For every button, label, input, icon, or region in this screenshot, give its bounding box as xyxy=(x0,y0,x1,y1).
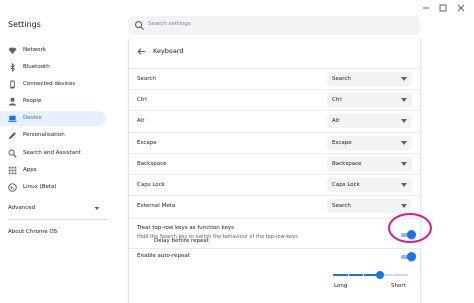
search-input[interactable]: Search settings xyxy=(128,16,420,35)
dropdown-arrow-icon xyxy=(401,183,407,187)
toggle-knob xyxy=(407,252,416,261)
key-mapping-select[interactable]: Alt xyxy=(327,114,412,128)
laptop-icon xyxy=(8,115,17,122)
sidebar-item-bluetooth[interactable]: Bluetooth xyxy=(0,60,106,75)
slider-min-label: Long xyxy=(334,283,348,289)
sidebar-item-people[interactable]: People xyxy=(0,94,106,109)
select-value: Search xyxy=(332,203,351,209)
key-mapping-select[interactable]: Caps Lock xyxy=(327,178,412,192)
sidebar-item-label: Personalisation xyxy=(23,132,65,138)
sidebar-item-label: Apps xyxy=(23,167,37,173)
sidebar-item-label: Bluetooth xyxy=(23,64,50,70)
key-mapping-label: Search xyxy=(137,76,156,82)
dropdown-arrow-icon xyxy=(401,141,407,145)
function-keys-title: Treat top-row keys as function keys xyxy=(137,225,235,231)
key-mapping-label: External Meta xyxy=(137,203,176,209)
sidebar-item-search-and-assistant[interactable]: Search and Assistant xyxy=(0,146,106,161)
select-value: Ctrl xyxy=(332,97,342,103)
sidebar-item-label: Connected devices xyxy=(23,81,76,87)
app-title: Settings xyxy=(8,20,41,29)
select-value: Backspace xyxy=(332,161,362,167)
page-title: Keyboard xyxy=(153,47,184,55)
pen-icon xyxy=(8,132,16,140)
sidebar-divider xyxy=(8,219,108,220)
key-mapping-row: Search Search xyxy=(129,68,420,89)
wifi-icon xyxy=(8,47,17,55)
sidebar-item-label: People xyxy=(23,98,42,104)
maximize-icon[interactable] xyxy=(437,2,449,14)
sidebar-item-label: Device xyxy=(23,115,42,121)
dropdown-arrow-icon xyxy=(401,77,407,81)
slider-tick xyxy=(363,274,364,276)
apps-grid-icon xyxy=(8,166,17,175)
dropdown-arrow-icon xyxy=(401,162,407,166)
sidebar-item-apps[interactable]: Apps xyxy=(0,163,106,178)
phone-icon xyxy=(10,80,15,89)
key-mapping-select[interactable]: Ctrl xyxy=(327,93,412,107)
auto-repeat-label: Enable auto-repeat xyxy=(137,253,190,259)
sidebar-item-label: Linux (Beta) xyxy=(23,184,57,190)
key-mapping-row: External Meta Search xyxy=(129,195,420,216)
sidebar: Network Bluetooth Connected devices Peop… xyxy=(0,40,118,303)
dropdown-arrow-icon xyxy=(401,119,407,123)
key-mapping-label: Ctrl xyxy=(137,97,147,103)
bluetooth-icon xyxy=(10,63,15,72)
search-icon xyxy=(135,21,145,31)
sidebar-item-label: Network xyxy=(23,47,46,53)
select-value: Alt xyxy=(332,118,340,124)
sidebar-item-network[interactable]: Network xyxy=(0,43,106,58)
sidebar-item-about[interactable]: About Chrome OS xyxy=(8,229,57,235)
sidebar-item-linux-beta[interactable]: Linux (Beta) xyxy=(0,180,106,195)
delay-label: Delay before repeat xyxy=(154,238,209,244)
keyboard-settings-panel: Keyboard Search Search Ctrl Ctrl Alt Alt… xyxy=(128,39,421,303)
slider-tick xyxy=(393,274,394,276)
key-mapping-row: Ctrl Ctrl xyxy=(129,89,420,110)
key-mapping-select[interactable]: Backspace xyxy=(327,157,412,171)
key-mapping-label: Caps Lock xyxy=(137,182,165,188)
sidebar-item-connected-devices[interactable]: Connected devices xyxy=(0,77,106,92)
dropdown-arrow-icon xyxy=(401,204,407,208)
slider-max-label: Short xyxy=(391,283,406,289)
person-icon xyxy=(8,97,17,106)
minimize-icon[interactable] xyxy=(420,2,432,14)
dropdown-arrow-icon xyxy=(401,98,407,102)
close-icon[interactable] xyxy=(455,2,467,14)
select-value: Search xyxy=(332,76,351,82)
sidebar-item-personalisation[interactable]: Personalisation xyxy=(0,128,106,143)
slider-tick xyxy=(348,274,349,276)
key-mapping-select[interactable]: Escape xyxy=(327,136,412,150)
search-icon xyxy=(8,149,17,158)
key-mapping-row: Alt Alt xyxy=(129,110,420,131)
sidebar-item-device[interactable]: Device xyxy=(0,111,106,126)
key-mapping-label: Alt xyxy=(137,118,145,124)
select-value: Escape xyxy=(332,140,352,146)
auto-repeat-row: Enable auto-repeat xyxy=(129,248,420,270)
search-placeholder: Search settings xyxy=(148,21,191,27)
sidebar-item-label: Search and Assistant xyxy=(23,150,81,156)
terminal-icon xyxy=(8,183,17,192)
slider-fill xyxy=(333,274,380,276)
select-value: Caps Lock xyxy=(332,182,360,188)
sidebar-advanced-toggle[interactable]: Advanced xyxy=(8,205,35,211)
key-mapping-select[interactable]: Search xyxy=(327,72,412,86)
chevron-down-icon[interactable] xyxy=(94,206,100,211)
highlight-circle xyxy=(388,213,432,243)
back-arrow-icon[interactable] xyxy=(137,47,146,56)
auto-repeat-toggle[interactable] xyxy=(400,252,416,262)
key-mapping-label: Escape xyxy=(137,140,157,146)
key-mapping-select[interactable]: Search xyxy=(327,199,412,213)
slider-thumb[interactable] xyxy=(376,271,384,279)
key-mapping-row: Caps Lock Caps Lock xyxy=(129,174,420,195)
key-mapping-row: Backspace Backspace xyxy=(129,153,420,174)
key-mapping-label: Backspace xyxy=(137,161,167,167)
key-mapping-row: Escape Escape xyxy=(129,132,420,153)
